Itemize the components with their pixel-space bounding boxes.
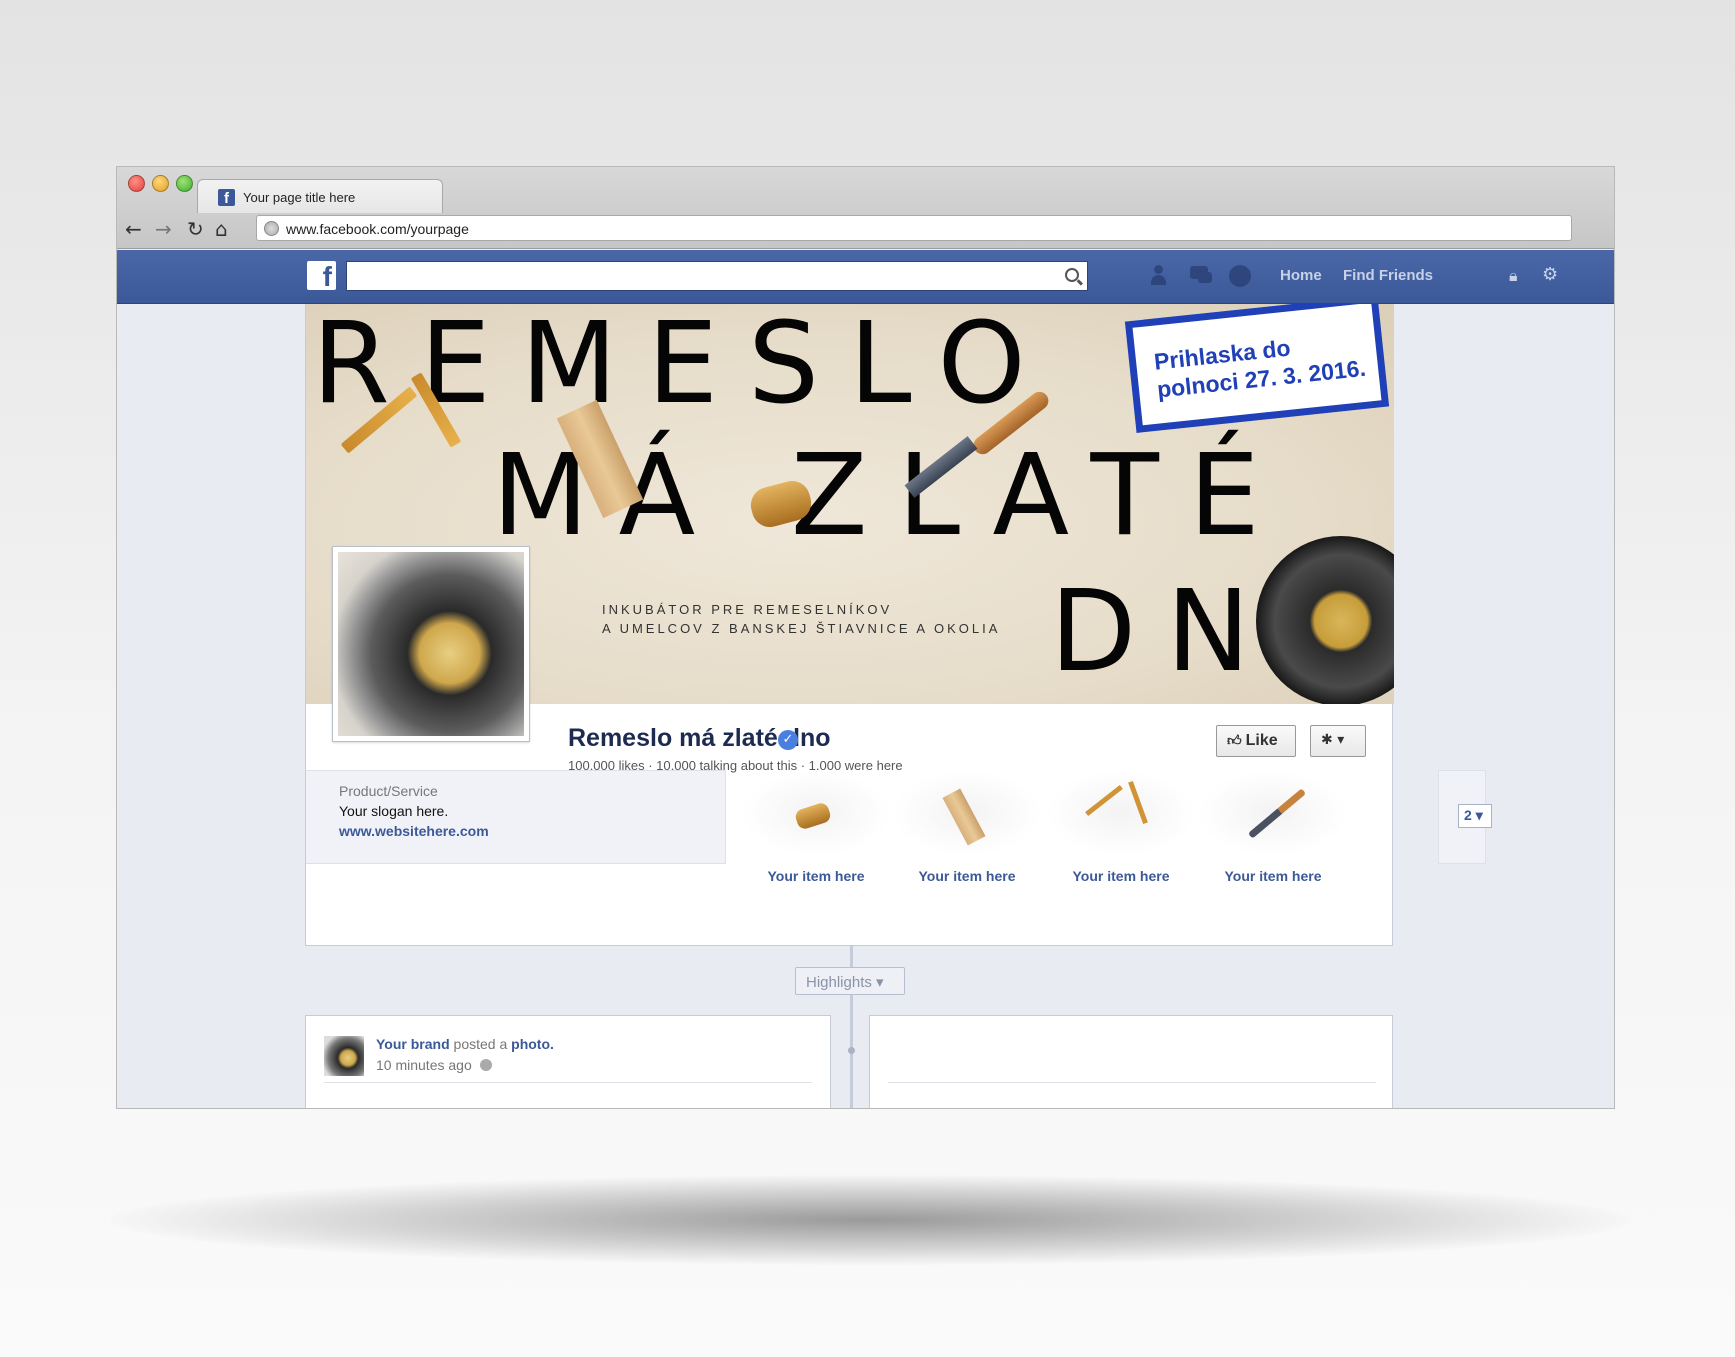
cover-subtitle-line-1: INKUBÁTOR PRE REMESELNÍKOV [602, 602, 893, 617]
nav-find-friends-link[interactable]: Find Friends [1343, 267, 1433, 284]
highlights-dropdown[interactable]: Highlights ▾ [795, 967, 905, 995]
browser-chrome: f Your page title here ← → ↻ ⌂ www.faceb… [117, 167, 1614, 249]
like-button-label: Like [1245, 732, 1278, 749]
folding-ruler-icon-part [1128, 780, 1148, 825]
maximize-window-button[interactable] [176, 175, 193, 192]
post-object-link[interactable]: photo. [511, 1036, 554, 1052]
app-tile-label: Your item here [918, 868, 1016, 884]
friend-requests-icon[interactable] [1150, 264, 1176, 288]
public-globe-icon [479, 1059, 492, 1071]
address-bar[interactable]: www.facebook.com/yourpage [256, 215, 1572, 241]
verified-badge-icon: ✓ [778, 730, 798, 750]
facebook-logo-letter: f [322, 261, 332, 292]
chevron-down-icon: ▾ [1475, 807, 1483, 823]
app-tile-label: Your item here [767, 868, 865, 884]
thread-spool-icon [793, 801, 833, 831]
page-website-link[interactable]: www.websitehere.com [339, 823, 489, 839]
app-tile-image [1198, 770, 1348, 856]
nav-home-link[interactable]: Home [1280, 267, 1322, 284]
messages-icon[interactable] [1188, 264, 1214, 288]
privacy-shortcuts-icon[interactable]: 🔒︎ [1509, 266, 1518, 286]
chisel-icon [1247, 788, 1307, 839]
more-apps-button[interactable]: 2 ▾ [1458, 804, 1492, 828]
arrow-left-icon[interactable]: ← [125, 219, 142, 239]
app-tile[interactable]: Your item here [1198, 770, 1348, 886]
gear-icon: ✱ [1321, 732, 1333, 748]
timeline-post: Your brand posted a photo. 10 minutes ag… [305, 1015, 831, 1108]
wood-plank-icon [942, 788, 986, 846]
app-tile[interactable]: Your item here [892, 770, 1042, 886]
cover-subtitle-line-2: A UMELCOV Z BANSKEJ ŠTIAVNICE A OKOLIA [602, 621, 1001, 636]
like-button[interactable]: 👍︎ Like [1216, 725, 1296, 757]
search-input[interactable] [346, 261, 1088, 291]
post-header: Your brand posted a photo. [376, 1036, 554, 1052]
post-author-link[interactable]: Your brand [376, 1036, 450, 1052]
app-tile-image [741, 770, 891, 856]
more-apps-count: 2 [1464, 807, 1472, 823]
cover-headline-line-1: REMESLO [312, 304, 1056, 429]
page-settings-button[interactable]: ✱ ▾ [1310, 725, 1366, 757]
reload-icon[interactable]: ↻ [187, 219, 204, 239]
page-header-card: REMESLO MÁ ZLATÉ DN INKUBÁTOR PRE REMESE… [305, 304, 1492, 946]
globe-icon [264, 221, 279, 236]
timeline-post-empty [869, 1015, 1393, 1108]
about-box: Product/Service Your slogan here. www.we… [306, 770, 726, 864]
browser-window: f Your page title here ← → ↻ ⌂ www.faceb… [116, 166, 1615, 1109]
app-tile-image [1046, 770, 1196, 856]
app-tile-label: Your item here [1224, 868, 1322, 884]
post-action: posted a [453, 1036, 508, 1052]
cover-headline-line-3: DN [1050, 567, 1281, 697]
facebook-favicon-icon: f [218, 189, 235, 207]
close-window-button[interactable] [128, 175, 145, 192]
gear-icon[interactable]: ⚙ [1542, 264, 1558, 285]
minimize-window-button[interactable] [152, 175, 169, 192]
app-tile-label: Your item here [1072, 868, 1170, 884]
chevron-down-icon: ▾ [876, 974, 884, 991]
tab-title: Your page title here [243, 190, 356, 205]
chevron-down-icon: ▾ [1337, 732, 1345, 748]
post-divider [888, 1082, 1376, 1083]
profile-picture-image [338, 552, 524, 736]
page-slogan: Your slogan here. [339, 803, 449, 819]
app-tile-image [892, 770, 1042, 856]
folding-ruler-icon [1085, 784, 1123, 817]
app-tile[interactable]: Your item here [741, 770, 891, 886]
app-tile[interactable]: Your item here [1046, 770, 1196, 886]
post-author-avatar[interactable] [324, 1036, 364, 1076]
facebook-top-bar: f Home Find Friends 🔒︎ ⚙ [117, 250, 1614, 304]
url-text: www.facebook.com/yourpage [286, 221, 469, 237]
cover-subtitle: INKUBÁTOR PRE REMESELNÍKOV A UMELCOV Z B… [602, 600, 1000, 638]
search-icon[interactable] [1065, 268, 1079, 282]
home-icon[interactable]: ⌂ [215, 219, 228, 239]
facebook-logo-icon[interactable]: f [307, 261, 336, 292]
arrow-right-icon[interactable]: → [155, 219, 172, 239]
notifications-globe-icon[interactable] [1228, 264, 1254, 288]
page-category: Product/Service [339, 783, 438, 799]
highlights-label: Highlights [806, 974, 872, 991]
profile-picture[interactable] [332, 546, 530, 742]
window-shadow [110, 1175, 1630, 1265]
post-time-text[interactable]: 10 minutes ago [376, 1057, 472, 1073]
post-timestamp: 10 minutes ago [376, 1057, 492, 1073]
post-divider [324, 1082, 812, 1083]
registration-deadline-stamp: Prihlaska do polnoci 27. 3. 2016. [1124, 304, 1390, 433]
thumbs-up-icon: 👍︎ [1227, 733, 1242, 749]
timeline-connector-dot [848, 1047, 855, 1054]
